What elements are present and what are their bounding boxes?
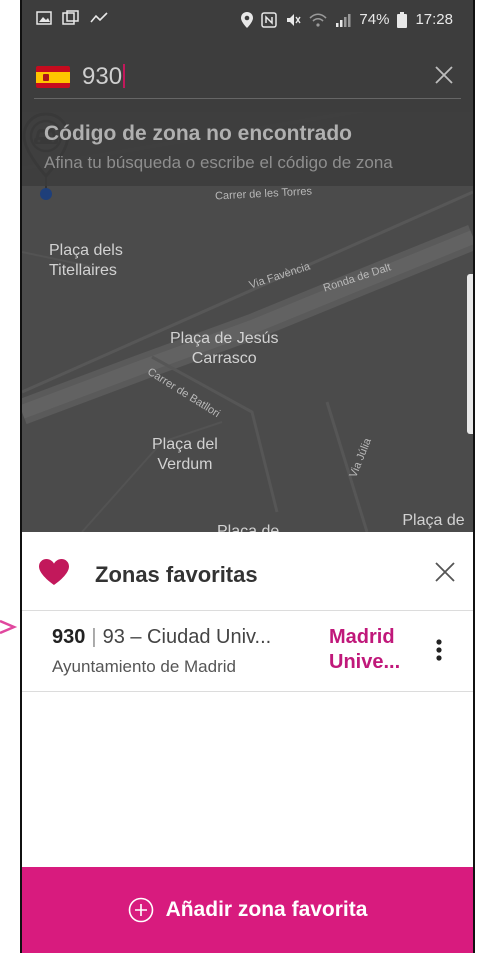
activity-icon bbox=[90, 11, 108, 23]
favorite-zone-name: 93 – Ciudad Univ... bbox=[102, 626, 272, 648]
favorites-sheet: Zonas favoritas 930 | 93 – Ciudad Univ... … bbox=[22, 532, 473, 953]
not-found-subtitle: Afina tu búsqueda o escribe el código de… bbox=[44, 153, 393, 172]
favorite-zone-municipality: Ayuntamiento de Madrid bbox=[52, 657, 236, 676]
search-input-value: 930 bbox=[82, 63, 123, 90]
map-side-handle[interactable] bbox=[467, 274, 473, 434]
clock: 17:28 bbox=[415, 11, 453, 28]
pointer-arrow-icon bbox=[0, 619, 18, 635]
clear-search-icon[interactable] bbox=[429, 60, 459, 90]
wifi-icon bbox=[309, 12, 327, 27]
heart-icon bbox=[39, 559, 69, 585]
favorite-zone-code: 930 bbox=[52, 626, 86, 648]
spain-flag-icon[interactable] bbox=[36, 66, 70, 88]
text-cursor bbox=[123, 64, 126, 88]
favorite-zone-city-line2: Unive... bbox=[329, 651, 401, 673]
zone-not-found-banner: Código de zona no encontrado Afina tu bú… bbox=[22, 112, 473, 186]
favorites-header: Zonas favoritas bbox=[22, 532, 473, 611]
favorite-zone-city-line1: Madrid bbox=[329, 626, 395, 648]
place-label-jesus-carrasco: Plaça de Jesús Carrasco bbox=[170, 330, 279, 367]
more-options-icon[interactable] bbox=[435, 638, 443, 662]
mute-icon bbox=[287, 13, 302, 26]
favorite-zone-row[interactable]: 930 | 93 – Ciudad Univ... Ayuntamiento de … bbox=[22, 611, 473, 692]
image-icon bbox=[36, 10, 52, 25]
favorite-zone-city: Madrid Unive... bbox=[329, 625, 409, 675]
place-label-plaza: Plaça de bbox=[217, 523, 280, 532]
favorites-title: Zonas favoritas bbox=[95, 562, 258, 587]
location-icon bbox=[241, 11, 254, 28]
search-underline bbox=[34, 98, 461, 99]
map-view[interactable]: Carrer de les Torres Via Favència Ronda … bbox=[22, 112, 473, 532]
close-icon[interactable] bbox=[433, 560, 457, 584]
place-label-sa: Plaça de Sa bbox=[402, 512, 465, 529]
frame-border-right bbox=[473, 0, 475, 953]
phone-screen: 74% 17:28 930 Carrer de les Torres Via F… bbox=[22, 0, 473, 953]
not-found-title: Código de zona no encontrado bbox=[44, 122, 352, 145]
add-favorite-zone-button[interactable]: Añadir zona favorita bbox=[22, 867, 473, 953]
signal-icon bbox=[336, 13, 351, 27]
battery-icon bbox=[397, 11, 408, 28]
search-bar: 930 bbox=[22, 46, 473, 112]
favorite-zone-title: 930 | 93 – Ciudad Univ... bbox=[52, 626, 271, 649]
place-label-titellaires: Plaça dels Titellaires bbox=[49, 242, 123, 279]
separator: | bbox=[91, 626, 97, 648]
place-label-verdum: Plaça del Verdum bbox=[152, 436, 218, 473]
add-favorite-zone-label: Añadir zona favorita bbox=[165, 898, 368, 921]
page: 74% 17:28 930 Carrer de les Torres Via F… bbox=[0, 0, 495, 953]
search-input[interactable]: 930 bbox=[82, 63, 126, 91]
nfc-icon bbox=[261, 11, 278, 28]
status-bar: 74% 17:28 bbox=[22, 0, 473, 46]
battery-percent: 74% bbox=[359, 11, 390, 28]
add-circle-icon bbox=[128, 897, 153, 923]
gallery-icon bbox=[62, 10, 79, 25]
